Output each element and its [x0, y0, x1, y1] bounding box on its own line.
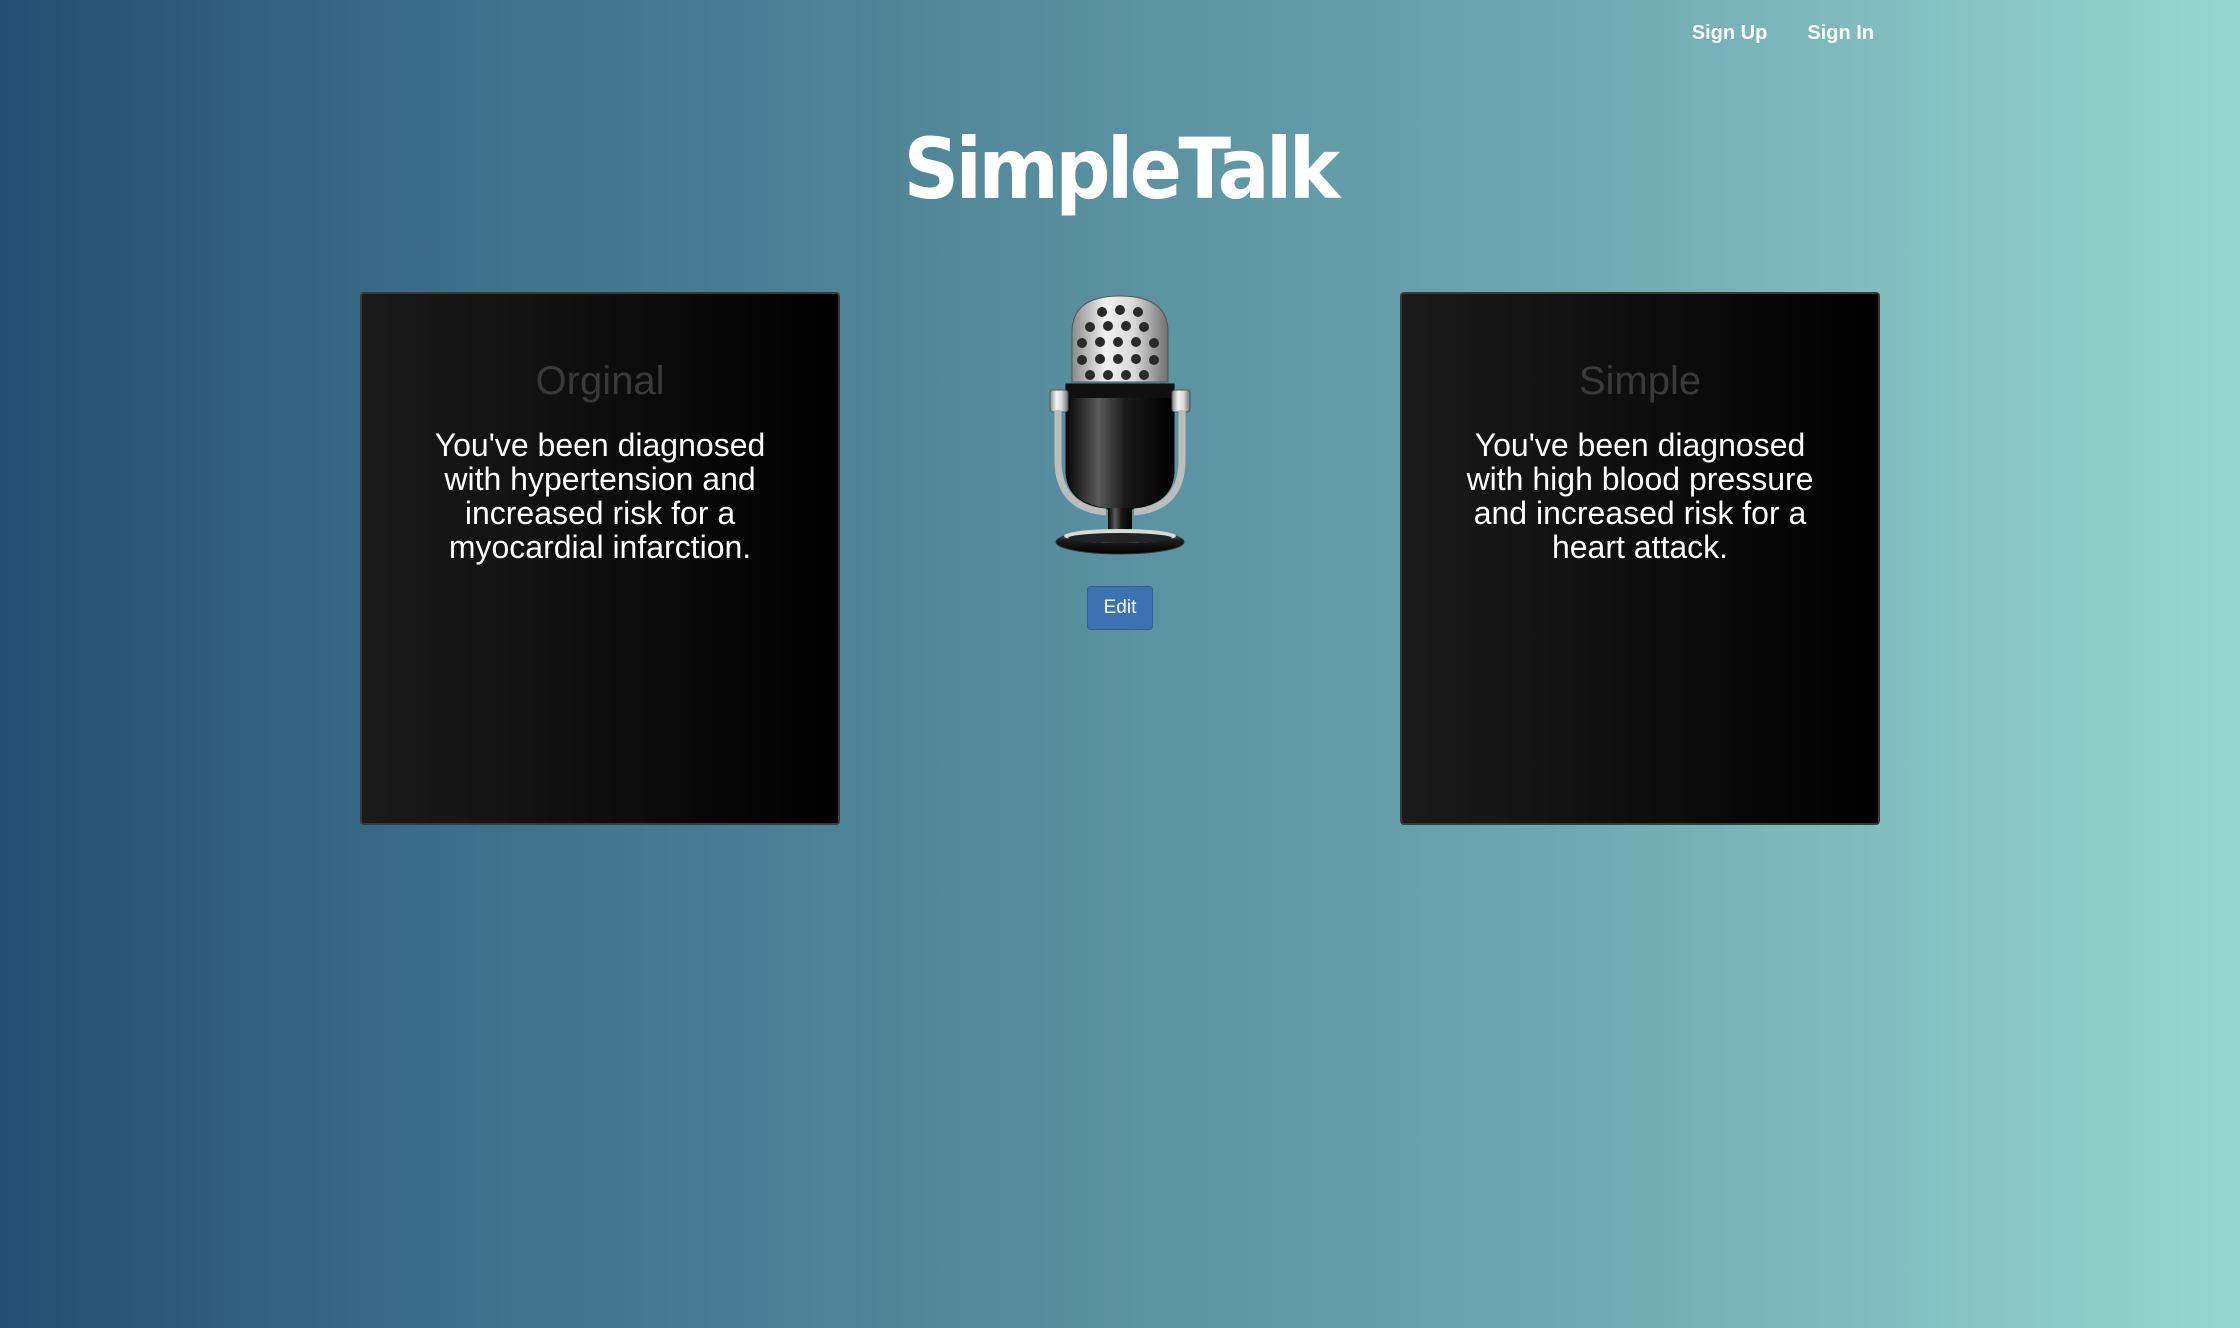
original-panel-title: Orginal	[535, 359, 665, 403]
simple-panel: Simple You've been diagnosed with high b…	[1400, 292, 1880, 825]
microphone-icon[interactable]	[1040, 290, 1200, 558]
top-nav: Sign Up Sign In	[1692, 22, 1874, 45]
edit-button[interactable]: Edit	[1087, 586, 1153, 630]
sign-in-link[interactable]: Sign In	[1807, 22, 1874, 45]
brand-title: SimpleTalk	[903, 120, 1341, 218]
simple-panel-text: You've been diagnosed with high blood pr…	[1466, 427, 1814, 565]
simple-panel-title: Simple	[1578, 359, 1702, 403]
original-panel: Orginal You've been diagnosed with hyper…	[360, 292, 840, 825]
original-panel-text: You've been diagnosed with hypertension …	[434, 427, 766, 565]
sign-up-link[interactable]: Sign Up	[1692, 22, 1768, 45]
